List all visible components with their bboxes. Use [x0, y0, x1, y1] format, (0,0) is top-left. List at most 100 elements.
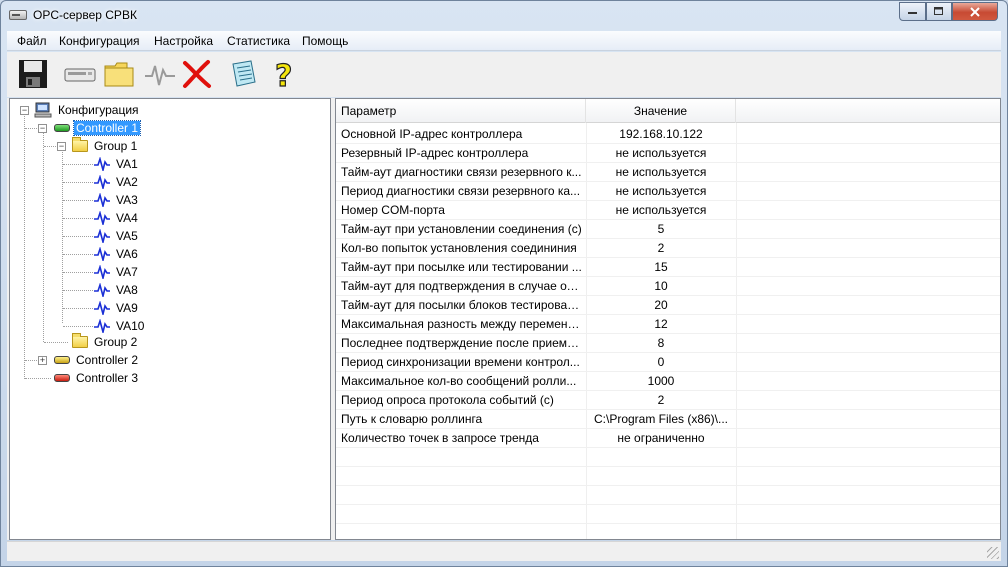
tree-item-group-1[interactable]: Group 1: [72, 137, 139, 155]
help-button[interactable]: ?: [267, 58, 301, 94]
tree-item-label: Controller 2: [76, 353, 139, 367]
column-header-value[interactable]: Значение: [586, 99, 736, 123]
table-row[interactable]: Максимальное кол-во сообщений ролли... 10…: [336, 372, 1000, 391]
tree-item-tag[interactable]: VA8: [94, 281, 140, 299]
cell-value: 192.168.10.122: [619, 127, 703, 141]
svg-text:?: ?: [275, 59, 292, 90]
cell-value: 2: [657, 393, 665, 407]
tree-item-tag[interactable]: VA4: [94, 209, 140, 227]
delete-icon: [183, 60, 211, 88]
controller2-expand-toggle[interactable]: +: [38, 356, 47, 365]
controller1-collapse-toggle[interactable]: −: [38, 124, 47, 133]
tree-line: [63, 272, 93, 273]
tree-item-tag[interactable]: VA1: [94, 155, 140, 173]
empty-row: [336, 448, 1000, 467]
tree-item-label: Controller 3: [76, 371, 139, 385]
cell-value: не используется: [615, 184, 707, 198]
add-controller-button[interactable]: [63, 58, 97, 92]
tree-item-label: VA5: [116, 229, 138, 243]
tree-item-controller-3[interactable]: Controller 3: [54, 369, 140, 387]
tree-item-controller-2[interactable]: Controller 2: [54, 351, 140, 369]
close-button[interactable]: [952, 2, 998, 21]
signal-icon: [94, 175, 110, 189]
tree-item-tag[interactable]: VA5: [94, 227, 140, 245]
table-row[interactable]: Тайм-аут для подтверждения в случае отс.…: [336, 277, 1000, 296]
cell-param: Максимальная разность между переменн...: [341, 317, 582, 331]
maximize-button[interactable]: [926, 2, 952, 21]
table-row[interactable]: Период диагностики связи резервного ка..…: [336, 182, 1000, 201]
cell-value: 20: [654, 298, 668, 312]
tree-item-tag[interactable]: VA7: [94, 263, 140, 281]
table-row[interactable]: Период синхронизации времени контрол... 0: [336, 353, 1000, 372]
menu-configuration[interactable]: Конфигурация: [59, 34, 140, 48]
tree-item-label: Конфигурация: [58, 103, 139, 117]
tree-line: [63, 326, 93, 327]
tree-item-controller-1[interactable]: Controller 1: [54, 119, 142, 137]
column-header-param[interactable]: Параметр: [336, 99, 586, 123]
tree-item-tag[interactable]: VA3: [94, 191, 140, 209]
menu-help[interactable]: Помощь: [302, 34, 348, 48]
table-row[interactable]: Тайм-аут для посылки блоков тестирован..…: [336, 296, 1000, 315]
tree-item-label: VA10: [116, 319, 145, 333]
tree-line: [63, 254, 93, 255]
app-icon: [9, 10, 27, 20]
table-row[interactable]: Тайм-аут при установлении соединения (с)…: [336, 220, 1000, 239]
table-row[interactable]: Основной IP-адрес контроллера 192.168.10.…: [336, 125, 1000, 144]
empty-row: [336, 486, 1000, 505]
cell-value: 8: [657, 336, 665, 350]
menu-statistics[interactable]: Статистика: [227, 34, 290, 48]
cell-param: Тайм-аут диагностики связи резервного к.…: [341, 165, 582, 179]
delete-button[interactable]: [181, 58, 215, 92]
cell-param: Тайм-аут для подтверждения в случае отс.…: [341, 279, 582, 293]
group1-collapse-toggle[interactable]: −: [57, 142, 66, 151]
maximize-icon: [934, 7, 943, 15]
cell-param: Период синхронизации времени контрол...: [341, 355, 580, 369]
signal-button[interactable]: [143, 58, 177, 92]
tree-line: [63, 290, 93, 291]
cell-param: Резервный IP-адрес контроллера: [341, 146, 529, 160]
tree-item-tag[interactable]: VA9: [94, 299, 140, 317]
cell-value: не используется: [615, 203, 707, 217]
table-row[interactable]: Тайм-аут при посылке или тестировании ..…: [336, 258, 1000, 277]
menu-settings[interactable]: Настройка: [154, 34, 213, 48]
signal-icon: [94, 247, 110, 261]
open-folder-button[interactable]: [103, 58, 137, 92]
tree-line: [24, 113, 25, 379]
table-row[interactable]: Максимальная разность между переменн... 1…: [336, 315, 1000, 334]
signal-icon: [94, 319, 110, 333]
table-row[interactable]: Период опроса протокола событий (с) 2: [336, 391, 1000, 410]
main-content: − Конфигурация − Controller 1 − Group 1 …: [7, 98, 1001, 540]
resize-grip[interactable]: [987, 547, 999, 559]
cell-param: Тайм-аут при посылке или тестировании ..…: [341, 260, 582, 274]
tree-item-label: VA6: [116, 247, 138, 261]
signal-icon: [94, 193, 110, 207]
table-row[interactable]: Резервный IP-адрес контроллера не использ…: [336, 144, 1000, 163]
cell-param: Тайм-аут для посылки блоков тестирован..…: [341, 298, 582, 312]
tree-item-tag[interactable]: VA6: [94, 245, 140, 263]
config-tree[interactable]: − Конфигурация − Controller 1 − Group 1 …: [9, 98, 331, 540]
cell-value: не используется: [615, 146, 707, 160]
table-row[interactable]: Количество точек в запросе тренда не огра…: [336, 429, 1000, 448]
folder-icon: [72, 137, 88, 152]
notepad-button[interactable]: [227, 58, 261, 92]
tree-item-root[interactable]: Конфигурация: [34, 101, 141, 119]
title-bar[interactable]: OPC-сервер СРВК: [1, 1, 1007, 31]
minimize-button[interactable]: [899, 2, 926, 21]
tree-line: [25, 378, 51, 379]
cell-value: 0: [657, 355, 665, 369]
root-collapse-toggle[interactable]: −: [20, 106, 29, 115]
status-bar: [7, 541, 1001, 561]
table-row[interactable]: Номер COM-порта не используется: [336, 201, 1000, 220]
tree-item-group-2[interactable]: Group 2: [72, 333, 139, 351]
cell-param: Последнее подтверждение после приема ...: [341, 336, 582, 350]
parameters-list[interactable]: Параметр Значение Основной IP-адрес конт…: [335, 98, 1001, 540]
table-row[interactable]: Путь к словарю роллинга C:\Program Files …: [336, 410, 1000, 429]
menu-file[interactable]: Файл: [17, 34, 47, 48]
save-icon: [19, 60, 47, 88]
table-row[interactable]: Последнее подтверждение после приема ...…: [336, 334, 1000, 353]
save-button[interactable]: [17, 58, 51, 92]
tree-item-tag[interactable]: VA2: [94, 173, 140, 191]
table-row[interactable]: Кол-во попыток установления соедининия 2: [336, 239, 1000, 258]
table-row[interactable]: Тайм-аут диагностики связи резервного к.…: [336, 163, 1000, 182]
cell-param: Период опроса протокола событий (с): [341, 393, 554, 407]
